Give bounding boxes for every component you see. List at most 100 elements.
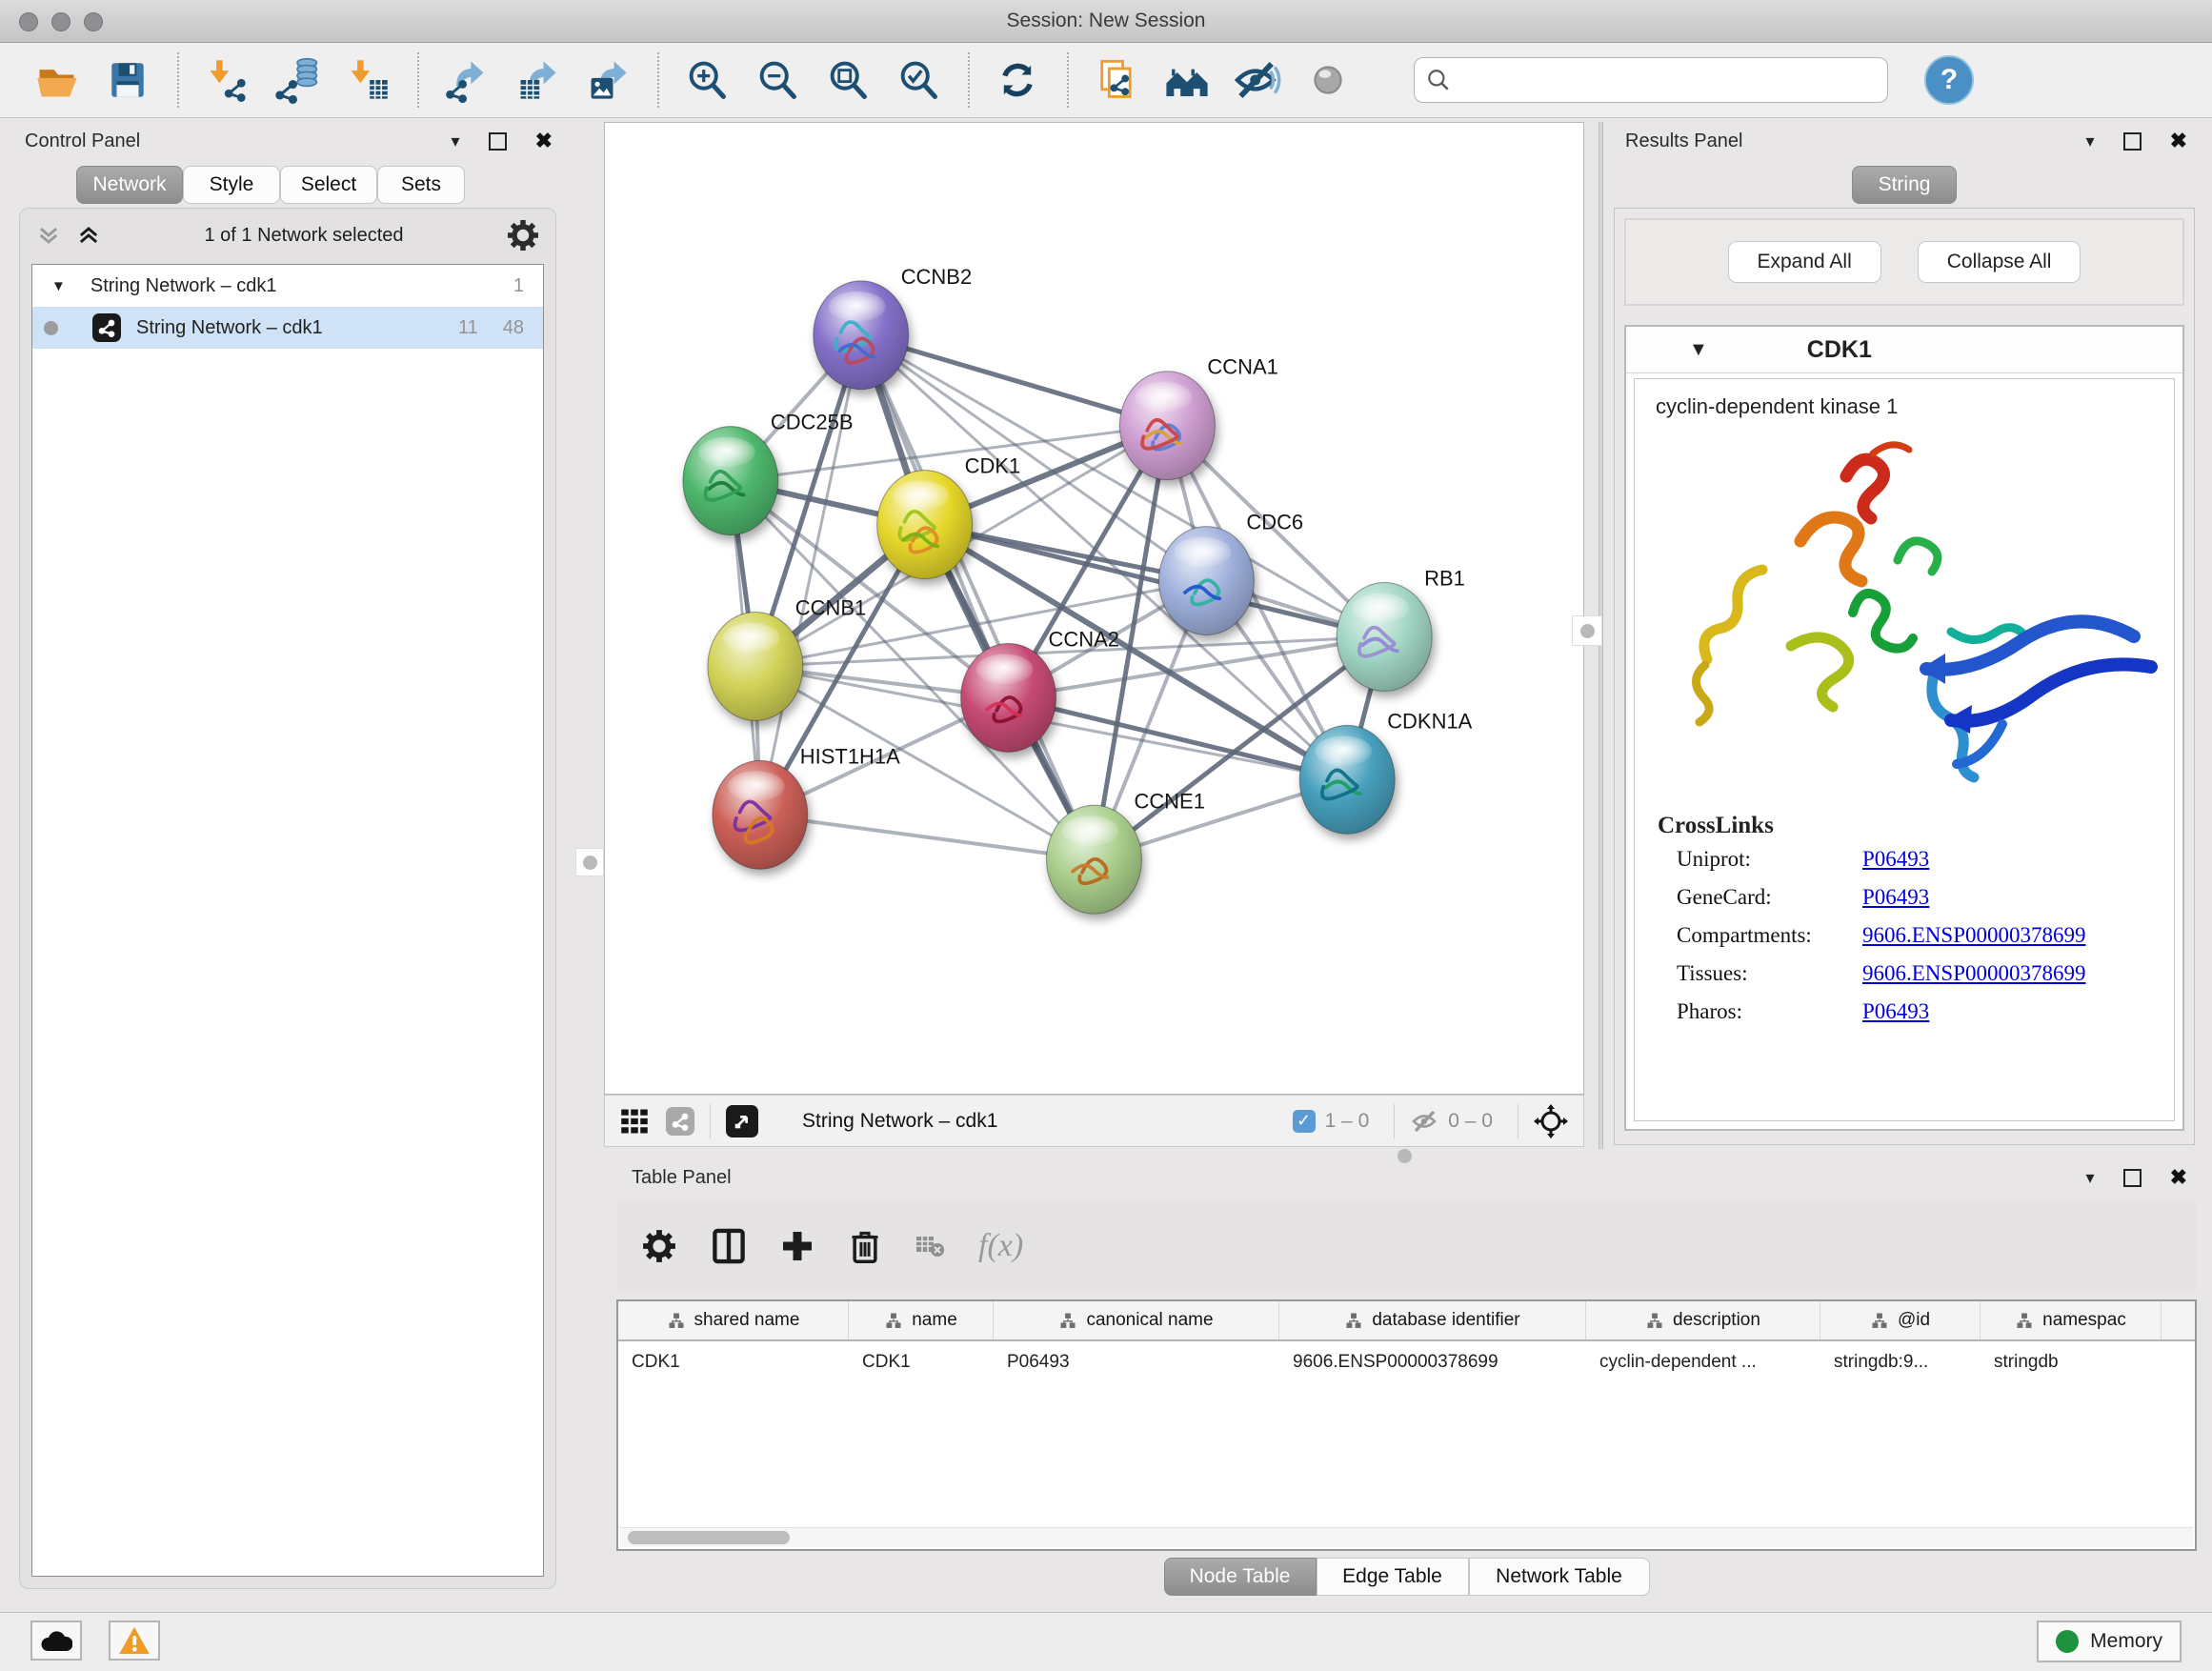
network-node-CCNB1[interactable]: CCNB1: [708, 595, 866, 720]
trash-icon[interactable]: [849, 1228, 881, 1264]
column-header[interactable]: namespac: [1981, 1301, 2162, 1339]
control-panel-maximize-button[interactable]: [489, 132, 507, 151]
tab-style[interactable]: Style: [183, 166, 280, 204]
column-header[interactable]: database identifier: [1279, 1301, 1586, 1339]
network-node-CDC6[interactable]: CDC6: [1158, 511, 1303, 635]
save-session-button[interactable]: [103, 55, 152, 105]
help-button[interactable]: ?: [1924, 55, 1974, 105]
tab-edge-table[interactable]: Edge Table: [1317, 1558, 1469, 1596]
columns-icon[interactable]: [712, 1228, 746, 1264]
warning-button[interactable]: [109, 1621, 160, 1661]
network-row-selected[interactable]: String Network – cdk1 11 48: [32, 307, 543, 349]
network-canvas[interactable]: CCNB2CCNA1CDC25BCDK1CDC6RB1CCNB1CCNA2CDK…: [604, 122, 1584, 1095]
column-header[interactable]: @id: [1820, 1301, 1981, 1339]
results-panel-close-button[interactable]: ✖: [2170, 129, 2187, 153]
left-splitter-handle[interactable]: [575, 848, 604, 876]
export-table-button[interactable]: [513, 55, 562, 105]
home-button[interactable]: [1162, 55, 1212, 105]
birdseye-icon[interactable]: [726, 1105, 758, 1137]
column-header[interactable]: canonical name: [994, 1301, 1279, 1339]
network-edge[interactable]: [760, 335, 861, 815]
network-node-CDKN1A[interactable]: CDKN1A: [1299, 709, 1472, 834]
clone-network-button[interactable]: [1092, 55, 1141, 105]
gear-icon[interactable]: [506, 218, 540, 252]
table-cell[interactable]: P06493: [994, 1341, 1279, 1383]
tab-node-table[interactable]: Node Table: [1164, 1558, 1317, 1596]
import-network-file-button[interactable]: [202, 55, 251, 105]
crosslink-value-link[interactable]: 9606.ENSP00000378699: [1862, 961, 2086, 986]
table-cell[interactable]: CDK1: [849, 1341, 994, 1383]
results-panel-float-button[interactable]: ▾: [2086, 131, 2095, 151]
import-network-database-button[interactable]: [272, 55, 322, 105]
network-node-RB1[interactable]: RB1: [1337, 567, 1465, 692]
tab-network-table[interactable]: Network Table: [1469, 1558, 1650, 1596]
network-graph[interactable]: CCNB2CCNA1CDC25BCDK1CDC6RB1CCNB1CCNA2CDK…: [605, 123, 1583, 1094]
control-panel-float-button[interactable]: ▾: [452, 131, 460, 151]
network-node-CCNB2[interactable]: CCNB2: [814, 265, 972, 390]
column-header[interactable]: description: [1586, 1301, 1820, 1339]
network-node-CCNA1[interactable]: CCNA1: [1119, 355, 1277, 480]
entry-collapse-caret[interactable]: ▼: [1689, 339, 1708, 361]
control-panel-close-button[interactable]: ✖: [535, 129, 553, 153]
network-node-CDK1[interactable]: CDK1: [877, 454, 1021, 579]
table-cell[interactable]: 9606.ENSP00000378699: [1279, 1341, 1586, 1383]
table-cell[interactable]: cyclin-dependent ...: [1586, 1341, 1820, 1383]
memory-label: Memory: [2090, 1630, 2162, 1653]
bottom-splitter-handle[interactable]: [1398, 1149, 1412, 1163]
column-header[interactable]: shared name: [618, 1301, 849, 1339]
crosslink-value-link[interactable]: P06493: [1862, 999, 1929, 1024]
grid-icon[interactable]: [620, 1107, 649, 1136]
selected-checkbox[interactable]: ✓: [1293, 1110, 1316, 1133]
hide-selected-button[interactable]: [1233, 55, 1282, 105]
table-panel-maximize-button[interactable]: [2123, 1169, 2142, 1187]
zoom-fit-button[interactable]: [823, 55, 873, 105]
crosshair-icon[interactable]: [1534, 1104, 1568, 1138]
table-gear-icon[interactable]: [641, 1228, 677, 1264]
network-edge[interactable]: [861, 335, 1095, 859]
zoom-selected-button[interactable]: [894, 55, 943, 105]
network-node-HIST1H1A[interactable]: HIST1H1A: [713, 744, 900, 869]
cloud-button[interactable]: [30, 1621, 82, 1661]
open-session-button[interactable]: [32, 55, 82, 105]
network-node-CDC25B[interactable]: CDC25B: [683, 411, 854, 535]
crosslink-value-link[interactable]: P06493: [1862, 885, 1929, 910]
table-row[interactable]: CDK1CDK1P064939606.ENSP00000378699cyclin…: [618, 1341, 2195, 1383]
crosslink-value-link[interactable]: P06493: [1862, 847, 1929, 872]
tab-select[interactable]: Select: [280, 166, 377, 204]
table-panel-close-button[interactable]: ✖: [2170, 1165, 2187, 1190]
expand-all-button[interactable]: Expand All: [1728, 241, 1881, 283]
table-cell[interactable]: stringdb:9...: [1820, 1341, 1981, 1383]
collection-expand-caret[interactable]: ▼: [51, 278, 66, 294]
right-splitter-handle[interactable]: [1572, 615, 1602, 646]
string-badge-icon[interactable]: [666, 1107, 694, 1136]
zoom-in-button[interactable]: [682, 55, 732, 105]
node-entry-header[interactable]: ▼ CDK1: [1626, 327, 2182, 373]
column-header[interactable]: name: [849, 1301, 994, 1339]
tab-sets[interactable]: Sets: [377, 166, 465, 204]
tab-network[interactable]: Network: [76, 166, 183, 204]
hidden-eye-icon[interactable]: [1410, 1107, 1438, 1136]
collapse-all-icon[interactable]: [35, 222, 62, 249]
results-panel-maximize-button[interactable]: [2123, 132, 2142, 151]
memory-button[interactable]: Memory: [2037, 1621, 2182, 1662]
show-preview-button[interactable]: [1303, 55, 1353, 105]
network-collection-row[interactable]: ▼ String Network – cdk1 1: [32, 265, 543, 307]
zoom-out-button[interactable]: [753, 55, 802, 105]
export-image-button[interactable]: [583, 55, 633, 105]
tab-string[interactable]: String: [1852, 166, 1957, 204]
network-edge[interactable]: [760, 815, 1095, 859]
crosslink-value-link[interactable]: 9606.ENSP00000378699: [1862, 923, 2086, 948]
table-cell[interactable]: CDK1: [618, 1341, 849, 1383]
hscroll-thumb[interactable]: [628, 1531, 790, 1544]
delete-table-icon[interactable]: [915, 1234, 944, 1258]
refresh-view-button[interactable]: [993, 55, 1042, 105]
search-input[interactable]: [1458, 60, 1887, 100]
export-network-button[interactable]: [442, 55, 492, 105]
import-table-file-button[interactable]: [343, 55, 392, 105]
table-panel-float-button[interactable]: ▾: [2086, 1168, 2095, 1188]
table-cell[interactable]: stringdb: [1981, 1341, 2162, 1383]
expand-all-icon[interactable]: [75, 222, 102, 249]
add-column-icon[interactable]: [780, 1229, 814, 1263]
crosslink-label: GeneCard:: [1677, 885, 1862, 910]
collapse-all-button[interactable]: Collapse All: [1918, 241, 2081, 283]
